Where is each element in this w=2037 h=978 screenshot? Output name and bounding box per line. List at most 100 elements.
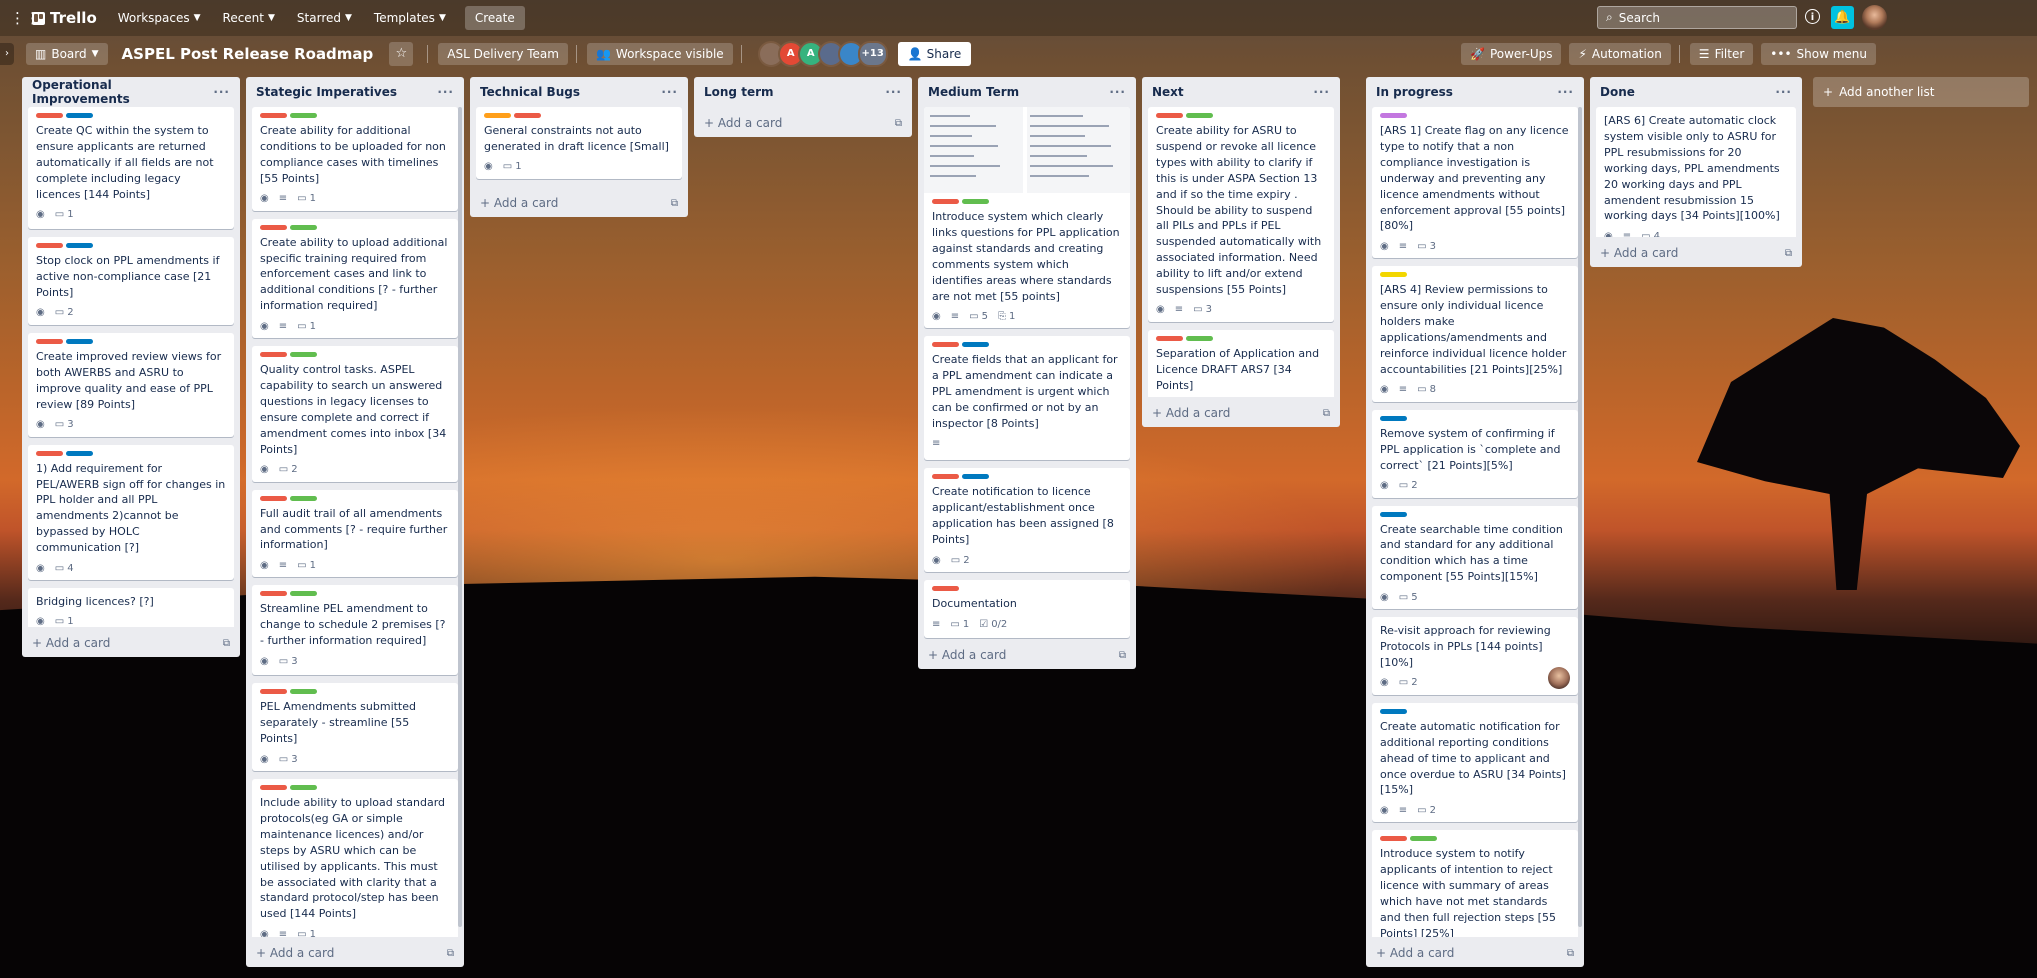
label-red[interactable] [260,785,287,791]
label-blue[interactable] [1380,708,1407,714]
label-green[interactable] [1186,113,1213,118]
list-menu-icon[interactable]: ··· [437,85,454,99]
list-menu-icon[interactable]: ··· [661,85,678,99]
card[interactable]: 1) Add requirement for PEL/AWERB sign of… [28,444,234,581]
label-green[interactable] [290,113,317,118]
label-green[interactable] [1186,335,1213,341]
board-view-switcher[interactable]: ▥ Board ▼ [26,43,108,65]
label-red[interactable] [36,113,63,118]
label-green[interactable] [290,224,317,230]
apps-grid-icon[interactable]: ⋮⋮ [10,9,40,27]
card[interactable]: Full audit trail of all amendments and c… [252,489,458,578]
label-red[interactable] [932,342,959,348]
card-member-avatar[interactable] [1548,666,1570,689]
card[interactable]: Separation of Application and Licence DR… [1148,329,1334,397]
card-template-icon[interactable]: ⧉ [223,638,230,649]
label-red[interactable] [932,474,959,480]
label-red[interactable] [260,689,287,695]
card-template-icon[interactable]: ⧉ [671,198,678,209]
list-technical-bugs[interactable]: Technical Bugs ··· General constraints not… [470,77,688,217]
scrollbar[interactable] [1578,107,1582,927]
label-yellow[interactable] [1380,272,1407,278]
label-green[interactable] [290,352,317,358]
card[interactable]: Create searchable time condition and sta… [1372,505,1578,610]
label-green[interactable] [962,199,989,204]
card-template-icon[interactable]: ⧉ [1119,650,1126,661]
label-red[interactable] [260,352,287,358]
star-icon[interactable]: ☆ [389,42,414,66]
label-red[interactable] [36,339,63,344]
add-card-button[interactable]: + Add a card ⧉ [246,939,464,967]
label-green[interactable] [290,495,317,501]
card[interactable]: Create ability for additional conditions… [252,107,458,211]
card[interactable]: Create ability to upload additional spec… [252,218,458,339]
list-stategic-imperatives[interactable]: Stategic Imperatives ··· Create ability fo… [246,77,464,967]
visibility-button[interactable]: 👥 Workspace visible [586,43,733,65]
card[interactable]: Streamline PEL amendment to change to sc… [252,585,458,676]
label-orange[interactable] [484,113,511,118]
card[interactable]: [ARS 6] Create automatic clock system vi… [1596,107,1796,237]
card[interactable]: General constraints not auto generated i… [476,107,682,179]
label-blue[interactable] [66,339,93,344]
card[interactable]: Introduce system to notify applicants of… [1372,830,1578,937]
card[interactable]: Re-visit approach for reviewing Protocol… [1372,617,1578,695]
scrollbar[interactable] [458,107,462,927]
card[interactable]: Create notification to licence applicant… [924,468,1130,573]
label-red[interactable] [1156,335,1183,341]
label-blue[interactable] [962,474,989,480]
list-menu-icon[interactable]: ··· [1557,85,1574,99]
create-button[interactable]: Create [464,6,525,30]
card[interactable]: PEL Amendments submitted separately - st… [252,683,458,772]
list-menu-icon[interactable]: ··· [213,85,230,99]
list-in-progress[interactable]: In progress ··· [ARS 1] Create flag on any… [1366,77,1584,967]
list-title[interactable]: Technical Bugs [480,85,580,99]
add-card-button[interactable]: + Add a card ⧉ [1142,399,1340,427]
card[interactable]: Create QC within the system to ensure ap… [28,107,234,229]
card[interactable]: Create ability for ASRU to suspend or re… [1148,107,1334,322]
nav-recent[interactable]: Recent ▼ [214,7,284,29]
list-operational-improvements[interactable]: Operational Improvements ··· Create QC wit… [22,77,240,657]
card[interactable]: Introduce system which clearly links que… [924,107,1130,329]
list-title[interactable]: Long term [704,85,774,99]
card[interactable]: Create automatic notification for additi… [1372,702,1578,823]
card-template-icon[interactable]: ⧉ [1567,948,1574,959]
label-blue[interactable] [962,342,989,348]
card[interactable]: Remove system of confirming if PPL appli… [1372,409,1578,498]
add-card-button[interactable]: + Add a card ⧉ [694,109,912,137]
list-title[interactable]: Medium Term [928,85,1019,99]
more-members-badge[interactable]: +13 [857,41,888,67]
card-template-icon[interactable]: ⧉ [1785,248,1792,259]
search-input[interactable]: ⌕ Search [1597,6,1797,29]
list-menu-icon[interactable]: ··· [1109,85,1126,99]
card-template-icon[interactable]: ⧉ [447,948,454,959]
trello-logo[interactable]: Trello [32,9,97,27]
add-card-button[interactable]: + Add a card ⧉ [470,189,688,217]
card[interactable]: Create fields that an applicant for a PP… [924,336,1130,461]
list-menu-icon[interactable]: ··· [1775,85,1792,99]
label-red[interactable] [260,495,287,501]
card[interactable]: [ARS 1] Create flag on any licence type … [1372,107,1578,259]
label-red[interactable] [260,591,287,597]
label-red[interactable] [932,586,959,592]
nav-workspaces[interactable]: Workspaces ▼ [109,7,210,29]
list-title[interactable]: Stategic Imperatives [256,85,397,99]
list-long-term[interactable]: Long term ··· + Add a card ⧉ [694,77,912,137]
list-title[interactable]: Operational Improvements [32,78,213,106]
label-green[interactable] [290,591,317,597]
card[interactable]: Include ability to upload standard proto… [252,779,458,937]
board-title[interactable]: ASPEL Post Release Roadmap [122,45,374,63]
label-green[interactable] [1410,836,1437,842]
list-title[interactable]: Done [1600,85,1635,99]
label-red[interactable] [1380,836,1407,842]
workspace-team-button[interactable]: ASL Delivery Team [438,43,568,65]
list-medium-term[interactable]: Medium Term ··· Introduce system which cle… [918,77,1136,669]
list-menu-icon[interactable]: ··· [885,85,902,99]
board-members[interactable]: A A +13 [757,41,888,67]
user-avatar[interactable] [1862,5,1887,30]
list-menu-icon[interactable]: ··· [1313,85,1330,99]
info-icon[interactable]: i [1805,9,1820,24]
share-button[interactable]: 👤 Share [897,42,972,66]
label-red[interactable] [514,113,541,118]
label-blue[interactable] [66,243,93,248]
list-title[interactable]: In progress [1376,85,1453,99]
